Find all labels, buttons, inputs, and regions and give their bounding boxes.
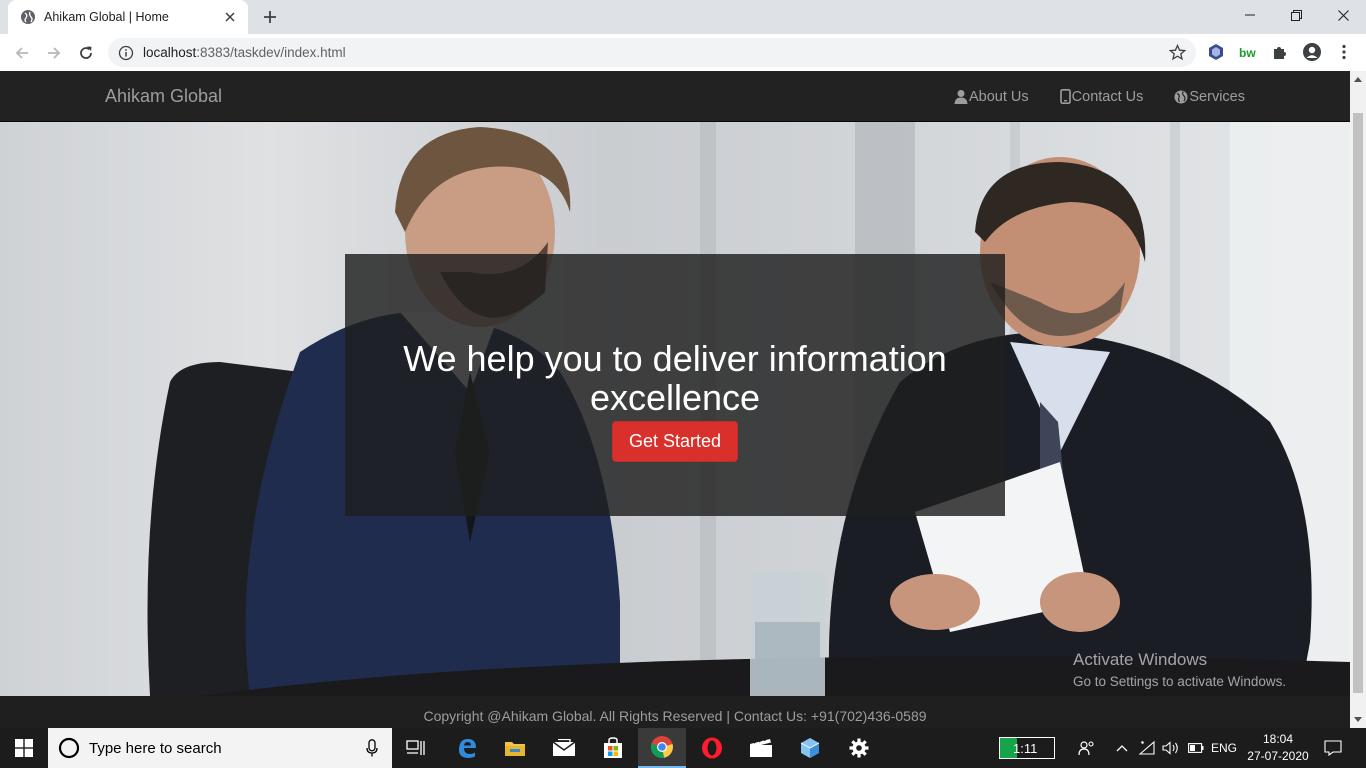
url-path: :8383/taskdev/index.html — [196, 45, 346, 60]
minimize-button[interactable] — [1227, 0, 1273, 30]
browser-tab[interactable]: Ahikam Global | Home — [8, 0, 248, 34]
volume-icon[interactable] — [1160, 728, 1182, 768]
bookmark-star-icon[interactable] — [1169, 44, 1186, 61]
globe-favicon-icon — [20, 9, 36, 25]
new-tab-button[interactable] — [258, 6, 282, 28]
site-info-icon[interactable] — [118, 45, 134, 61]
mail-icon[interactable] — [540, 728, 588, 768]
site-footer: Copyright @Ahikam Global. All Rights Res… — [0, 696, 1350, 728]
opera-icon[interactable] — [688, 728, 736, 768]
nav-services[interactable]: Services — [1174, 89, 1245, 105]
cortana-circle-icon — [58, 737, 80, 759]
hero-overlay-box: We help you to deliver information excel… — [345, 254, 1005, 516]
clock-date: 27-07-2020 — [1247, 749, 1309, 763]
hero-section: We help you to deliver information excel… — [0, 122, 1350, 696]
watermark-title: Activate Windows — [1073, 650, 1208, 669]
close-window-button[interactable] — [1320, 0, 1366, 30]
wifi-icon[interactable] — [1136, 728, 1158, 768]
browser-toolbar: localhost:8383/taskdev/index.html bw — [0, 34, 1366, 71]
restore-button[interactable] — [1273, 0, 1319, 30]
get-started-button[interactable]: Get Started — [611, 421, 739, 462]
edge-browser-icon[interactable] — [443, 728, 491, 768]
battery-widget[interactable]: 1:11 — [999, 737, 1055, 759]
nav-contact-us-label: Contact Us — [1071, 88, 1144, 105]
site-brand[interactable]: Ahikam Global — [105, 86, 222, 107]
video-editor-icon[interactable] — [737, 728, 785, 768]
windows-logo-icon — [15, 739, 33, 757]
scrollbar-thumb[interactable] — [1353, 113, 1363, 693]
show-hidden-icons-chevron-icon[interactable] — [1112, 728, 1132, 768]
language-indicator[interactable]: ENG — [1208, 728, 1240, 768]
task-view-icon[interactable] — [392, 728, 440, 768]
system-clock[interactable]: 18:04 27-07-2020 — [1246, 731, 1310, 765]
extension-bw-icon[interactable]: bw — [1238, 42, 1258, 62]
search-placeholder: Type here to search — [89, 739, 222, 757]
profile-avatar-icon[interactable] — [1302, 42, 1322, 62]
site-navbar: Ahikam Global About Us Contact Us Servic… — [0, 71, 1350, 122]
nav-about-us[interactable]: About Us — [954, 89, 1029, 105]
nav-services-label: Services — [1189, 88, 1245, 105]
chrome-taskbar-icon[interactable] — [638, 728, 686, 768]
site-nav-links: About Us Contact Us Services — [923, 71, 1245, 122]
clock-time: 18:04 — [1262, 732, 1294, 746]
extensions-puzzle-icon[interactable] — [1270, 42, 1290, 62]
microsoft-store-icon[interactable] — [589, 728, 637, 768]
page-scrollbar[interactable] — [1350, 71, 1366, 728]
3d-box-app-icon[interactable] — [786, 728, 834, 768]
notifications-icon[interactable] — [1318, 728, 1348, 768]
svg-text:bw: bw — [1239, 46, 1256, 59]
battery-label: 1:11 — [1013, 740, 1038, 756]
forward-button[interactable] — [41, 40, 67, 66]
globe-icon — [1174, 90, 1188, 103]
nav-about-us-label: About Us — [969, 88, 1029, 105]
reload-button[interactable] — [73, 40, 99, 66]
mobile-phone-icon — [1059, 89, 1071, 104]
file-explorer-icon[interactable] — [491, 728, 539, 768]
activate-windows-watermark: Activate Windows Go to Settings to activ… — [1073, 650, 1286, 689]
tab-close-icon[interactable] — [222, 9, 238, 25]
taskbar-search-box[interactable]: Type here to search — [48, 728, 392, 768]
battery-status-icon[interactable] — [1185, 728, 1207, 768]
start-button[interactable] — [0, 728, 48, 768]
browser-menu-icon[interactable] — [1334, 42, 1354, 62]
microphone-icon[interactable] — [366, 739, 378, 762]
url-host: localhost — [143, 45, 197, 60]
url-text: localhost:8383/taskdev/index.html — [143, 45, 346, 60]
scroll-down-arrow-icon[interactable] — [1354, 717, 1362, 722]
scroll-up-arrow-icon[interactable] — [1354, 77, 1362, 82]
browser-tabstrip: Ahikam Global | Home — [0, 0, 1366, 34]
user-icon — [954, 90, 968, 104]
watermark-subtitle: Go to Settings to activate Windows. — [1073, 674, 1287, 689]
nav-contact-us[interactable]: Contact Us — [1059, 88, 1144, 105]
footer-text: Copyright @Ahikam Global. All Rights Res… — [423, 708, 927, 724]
hero-title: We help you to deliver information excel… — [403, 338, 947, 418]
tab-title: Ahikam Global | Home — [44, 10, 169, 24]
back-button[interactable] — [9, 40, 35, 66]
settings-gear-icon[interactable] — [835, 728, 883, 768]
extension-hexagon-icon[interactable] — [1206, 42, 1226, 62]
page-viewport: Ahikam Global About Us Contact Us Servic… — [0, 71, 1350, 728]
windows-taskbar: Type here to search 1:11 ENG 18:04 27-07… — [0, 728, 1366, 768]
address-bar[interactable]: localhost:8383/taskdev/index.html — [108, 38, 1196, 67]
people-icon[interactable] — [1075, 728, 1099, 768]
